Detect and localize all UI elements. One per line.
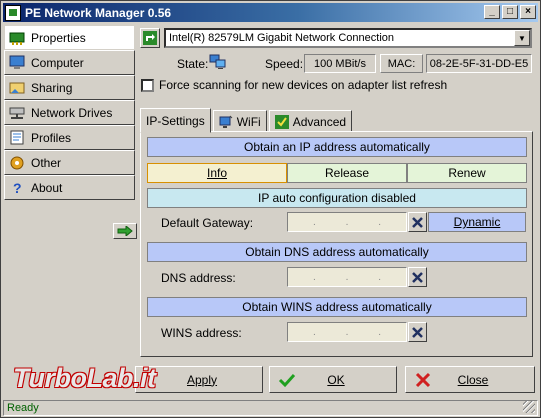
help-icon: ? <box>9 180 25 196</box>
close-x-icon <box>414 371 432 389</box>
ok-button[interactable]: OK <box>269 366 397 393</box>
sidebar-item-network-drives[interactable]: Network Drives <box>4 100 135 125</box>
clear-gateway-button[interactable] <box>408 212 427 232</box>
app-icon[interactable] <box>5 4 21 21</box>
title-bar[interactable]: PE Network Manager 0.56 _ □ × <box>3 3 538 22</box>
network-drive-icon <box>9 105 25 121</box>
info-label: Info <box>206 166 227 180</box>
tab-label: Advanced <box>292 114 347 129</box>
arrow-right-icon <box>117 226 133 236</box>
sidebar: Properties Computer Sharing Network Driv… <box>4 25 137 239</box>
svg-text:?: ? <box>13 180 22 195</box>
force-scan-checkbox[interactable] <box>141 78 154 92</box>
ip-settings-panel: Obtain an IP address automatically Info … <box>140 131 533 357</box>
close-window-button[interactable]: × <box>520 5 536 19</box>
sidebar-item-label: About <box>31 180 63 195</box>
resize-grip-icon[interactable] <box>523 401 535 413</box>
sidebar-item-sharing[interactable]: Sharing <box>4 75 135 100</box>
status-text: Ready <box>7 402 39 414</box>
sidebar-item-profiles[interactable]: Profiles <box>4 125 135 150</box>
sidebar-item-label: Computer <box>31 55 84 70</box>
computer-icon <box>9 55 25 71</box>
tab-advanced[interactable]: Advanced <box>268 110 353 133</box>
autoconfig-status[interactable]: IP auto configuration disabled <box>147 188 527 208</box>
status-bar: Ready <box>3 400 538 416</box>
advanced-icon <box>274 114 289 129</box>
sidebar-item-other[interactable]: Other <box>4 150 135 175</box>
wins-label: WINS address: <box>161 326 242 340</box>
window-controls: _ □ × <box>484 5 536 19</box>
speed-value: 100 MBit/s <box>304 54 376 73</box>
turbolab-watermark: TurboLab.it <box>13 361 203 395</box>
obtain-ip-button[interactable]: Obtain an IP address automatically <box>147 137 527 157</box>
gateway-input[interactable]: ... <box>287 212 407 232</box>
other-icon <box>9 155 25 171</box>
dynamic-label: Dynamic <box>453 215 501 229</box>
sidebar-item-label: Other <box>31 155 62 170</box>
dns-label: DNS address: <box>161 271 236 285</box>
obtain-dns-button[interactable]: Obtain DNS address automatically <box>147 242 527 262</box>
tab-label: WiFi <box>236 114 261 129</box>
ok-label: OK <box>327 372 345 387</box>
obtain-wins-button[interactable]: Obtain WINS address automatically <box>147 297 527 317</box>
window-title: PE Network Manager 0.56 <box>25 5 172 20</box>
close-icon <box>412 216 423 228</box>
tab-strip: IP-Settings WiFi Advanced <box>140 108 354 133</box>
watermark-text: TurboLab.it <box>13 362 156 393</box>
wins-input[interactable]: ... <box>287 322 407 342</box>
sidebar-item-label: Properties <box>31 30 86 45</box>
checkmark-icon <box>278 371 296 389</box>
renew-button[interactable]: Renew <box>407 163 527 183</box>
clear-dns-button[interactable] <box>408 267 427 287</box>
close-icon <box>412 271 423 283</box>
sidebar-item-label: Network Drives <box>31 105 113 120</box>
tab-ip-settings[interactable]: IP-Settings <box>140 108 211 133</box>
profiles-icon <box>9 130 25 146</box>
tab-wifi[interactable]: WiFi <box>212 110 267 133</box>
close-button[interactable]: Close <box>405 366 535 393</box>
state-label: State: <box>177 57 209 71</box>
mac-value: 08-2E-5F-31-DD-E5 <box>426 54 532 73</box>
adapter-select-value: Intel(R) 82579LM Gigabit Network Connect… <box>169 32 395 44</box>
dynamic-button[interactable]: Dynamic <box>428 212 526 232</box>
collapse-sidebar-button[interactable] <box>113 223 137 239</box>
speed-label: Speed: <box>265 57 304 71</box>
sharing-icon <box>9 80 25 96</box>
renew-label: Renew <box>448 166 486 180</box>
release-label: Release <box>324 166 370 180</box>
network-card-icon <box>9 30 25 46</box>
dns-input[interactable]: ... <box>287 267 407 287</box>
sidebar-item-label: Profiles <box>31 130 72 145</box>
refresh-icon <box>143 31 157 45</box>
maximize-button[interactable]: □ <box>502 5 518 19</box>
sidebar-item-properties[interactable]: Properties <box>4 25 135 50</box>
clear-wins-button[interactable] <box>408 322 427 342</box>
sidebar-item-computer[interactable]: Computer <box>4 50 135 75</box>
network-connected-icon <box>209 54 227 70</box>
tab-label: IP-Settings <box>146 113 205 128</box>
force-scan-label: Force scanning for new devices on adapte… <box>159 78 448 92</box>
gateway-label: Default Gateway: <box>161 216 254 230</box>
refresh-adapters-button[interactable] <box>140 28 160 48</box>
info-button[interactable]: Info <box>147 163 287 183</box>
sidebar-item-label: Sharing <box>31 80 73 95</box>
close-label: Close <box>457 372 489 387</box>
force-scan-option[interactable]: Force scanning for new devices on adapte… <box>141 78 447 92</box>
wifi-icon <box>219 115 233 129</box>
mac-label: MAC: <box>380 54 423 73</box>
chevron-down-icon[interactable]: ▼ <box>514 30 530 46</box>
release-button[interactable]: Release <box>287 163 407 183</box>
close-icon <box>412 326 423 338</box>
app-window: PE Network Manager 0.56 _ □ × Properties… <box>0 0 541 418</box>
minimize-button[interactable]: _ <box>484 5 500 19</box>
adapter-select[interactable]: Intel(R) 82579LM Gigabit Network Connect… <box>164 28 532 48</box>
sidebar-item-about[interactable]: ? About <box>4 175 135 200</box>
